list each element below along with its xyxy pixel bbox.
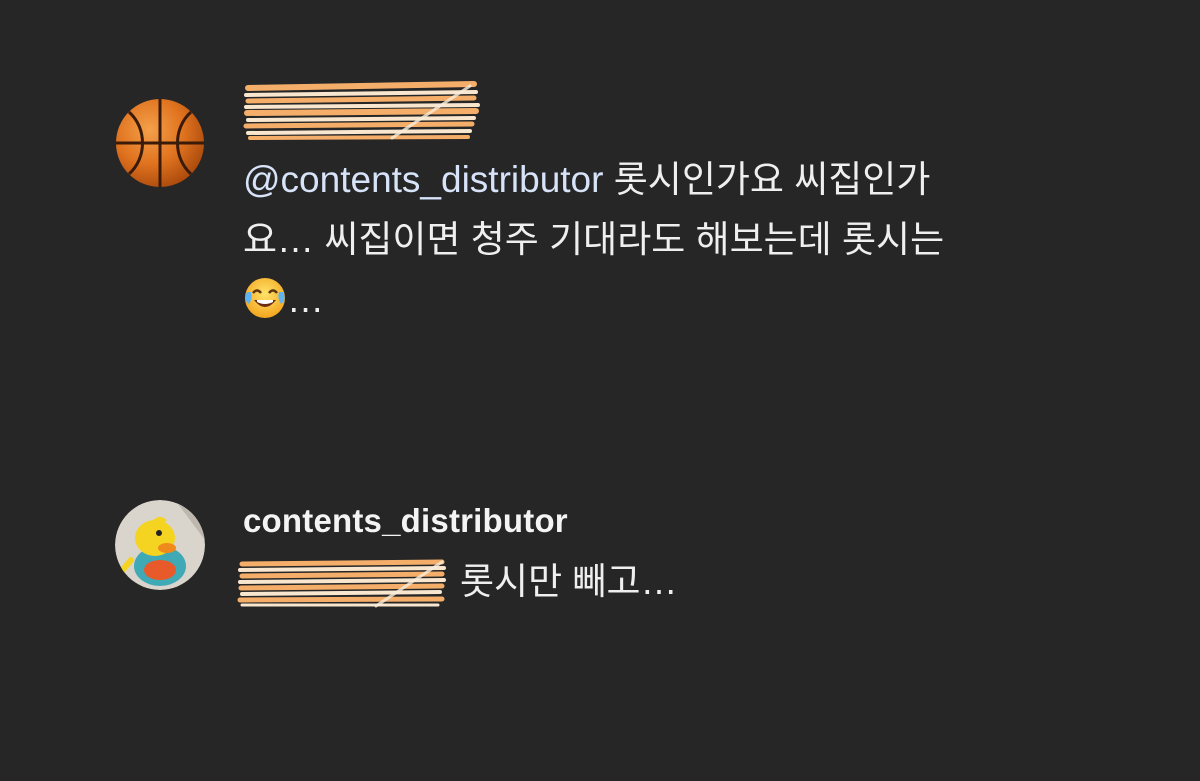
comment-text-segment: 롯시인가요 씨집인가 bbox=[603, 159, 931, 200]
comment-text: 롯시만 빼고… bbox=[460, 561, 678, 602]
comment-text-line-3: … bbox=[243, 270, 944, 330]
duck-avatar-icon[interactable] bbox=[115, 500, 205, 590]
comment-text-line-1: @contents_distributor 롯시인가요 씨집인가 bbox=[243, 150, 944, 210]
comment-text: @contents_distributor 롯시인가요 씨집인가 요… 씨집이면… bbox=[243, 150, 944, 330]
redacted-mention bbox=[237, 559, 446, 608]
comment-text-segment: … bbox=[287, 279, 324, 320]
comment-item: contents_distributor 롯시만 빼고… bbox=[0, 480, 1200, 630]
mention-link[interactable]: @contents_distributor bbox=[243, 159, 603, 200]
comment-text-line-2: 요… 씨집이면 청주 기대라도 해보는데 롯시는 bbox=[243, 219, 945, 260]
basketball-avatar-icon[interactable] bbox=[115, 98, 205, 188]
username[interactable]: contents_distributor bbox=[243, 502, 568, 540]
redacted-username bbox=[243, 81, 480, 140]
comment-item: @contents_distributor 롯시인가요 씨집인가 요… 씨집이면… bbox=[0, 0, 1200, 360]
face-with-tears-of-joy-icon bbox=[245, 278, 285, 318]
